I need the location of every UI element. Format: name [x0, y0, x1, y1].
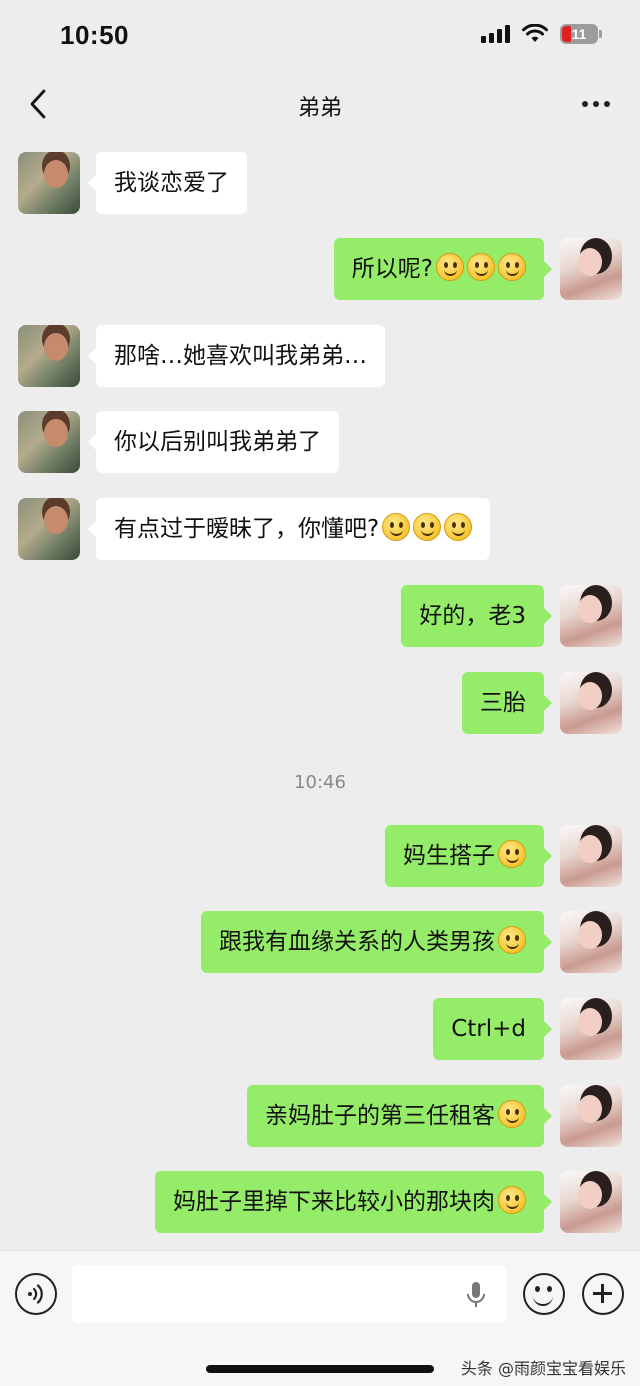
smile-emoji-icon	[498, 253, 526, 281]
message-bubble[interactable]: 所以呢?	[333, 238, 553, 300]
more-button[interactable]	[578, 90, 614, 118]
message-text: 好的，老3	[419, 603, 526, 629]
status-time: 10:50	[60, 20, 129, 50]
message-text: 那啥…她喜欢叫我弟弟…	[114, 343, 367, 369]
nav-bar: 弟弟	[0, 72, 640, 136]
message-text: 三胎	[480, 690, 526, 716]
message-row: 有点过于暧昧了，你懂吧?	[0, 498, 640, 560]
smile-emoji-icon	[382, 513, 411, 541]
message-text: 你以后别叫我弟弟了	[114, 429, 321, 455]
avatar[interactable]	[560, 911, 622, 973]
smile-emoji-icon	[498, 926, 526, 954]
message-input[interactable]	[72, 1265, 506, 1323]
message-text: 妈肚子里掉下来比较小的那块肉	[173, 1189, 495, 1215]
message-text: 亲妈肚子的第三任租客	[265, 1103, 495, 1129]
smile-emoji-icon	[436, 253, 464, 281]
message-row: 妈生搭子	[0, 825, 640, 887]
message-bubble[interactable]: 三胎	[462, 672, 552, 734]
avatar[interactable]	[18, 325, 80, 387]
smile-emoji-icon	[444, 513, 473, 541]
watermark: 头条 @雨颜宝宝看娱乐	[460, 1359, 626, 1378]
message-row: 好的，老3	[0, 585, 640, 647]
message-bubble[interactable]: 你以后别叫我弟弟了	[88, 411, 339, 473]
message-row: 我谈恋爱了	[0, 152, 640, 214]
message-bubble[interactable]: 我谈恋爱了	[88, 152, 247, 214]
avatar[interactable]	[560, 1085, 622, 1147]
avatar[interactable]	[560, 825, 622, 887]
signal-icon	[481, 25, 510, 43]
message-bubble[interactable]: 好的，老3	[401, 585, 552, 647]
emoji-button[interactable]	[523, 1273, 565, 1315]
avatar[interactable]	[18, 152, 80, 214]
message-text: 我谈恋爱了	[114, 170, 229, 196]
mic-icon[interactable]	[462, 1279, 490, 1311]
message-text: Ctrl+d	[451, 1016, 526, 1042]
home-indicator[interactable]	[206, 1365, 434, 1373]
avatar[interactable]	[560, 672, 622, 734]
message-text: 跟我有血缘关系的人类男孩	[219, 929, 495, 955]
battery-level: 11	[571, 26, 587, 42]
message-row: 跟我有血缘关系的人类男孩	[0, 911, 640, 973]
avatar[interactable]	[560, 238, 622, 300]
plus-button[interactable]	[582, 1273, 624, 1315]
avatar[interactable]	[18, 411, 80, 473]
message-bubble[interactable]: Ctrl+d	[433, 998, 552, 1060]
message-row: Ctrl+d	[0, 998, 640, 1060]
wifi-icon	[522, 24, 548, 42]
smile-emoji-icon	[498, 840, 526, 868]
battery-icon: 11	[560, 24, 602, 44]
status-bar: 10:50 11	[0, 0, 640, 72]
message-row: 妈肚子里掉下来比较小的那块肉	[0, 1171, 640, 1233]
message-row: 所以呢?	[0, 238, 640, 300]
avatar[interactable]	[560, 585, 622, 647]
message-row: 三胎	[0, 672, 640, 734]
message-text: 有点过于暧昧了，你懂吧?	[114, 516, 380, 542]
status-icons: 11	[481, 24, 602, 44]
message-bubble[interactable]: 妈生搭子	[385, 825, 552, 887]
input-bar: 头条 @雨颜宝宝看娱乐	[0, 1250, 640, 1386]
smile-emoji-icon	[413, 513, 442, 541]
message-text: 妈生搭子	[403, 843, 495, 869]
message-row: 亲妈肚子的第三任租客	[0, 1085, 640, 1147]
more-dots-icon	[582, 101, 588, 107]
timestamp: 10:46	[294, 772, 346, 793]
message-bubble[interactable]: 跟我有血缘关系的人类男孩	[201, 911, 552, 973]
smile-emoji-icon	[498, 1100, 526, 1128]
avatar[interactable]	[18, 498, 80, 560]
voice-icon	[28, 1284, 43, 1304]
message-row: 你以后别叫我弟弟了	[0, 411, 640, 473]
message-bubble[interactable]: 有点过于暧昧了，你懂吧?	[87, 498, 491, 560]
message-text: 所以呢?	[351, 256, 433, 282]
avatar[interactable]	[560, 1171, 622, 1233]
smile-emoji-icon	[467, 253, 495, 281]
smile-emoji-icon	[498, 1186, 526, 1214]
message-bubble[interactable]: 妈肚子里掉下来比较小的那块肉	[155, 1171, 552, 1233]
message-bubble[interactable]: 那啥…她喜欢叫我弟弟…	[88, 325, 385, 387]
message-row: 那啥…她喜欢叫我弟弟…	[0, 325, 640, 387]
chat-title: 弟弟	[297, 96, 342, 121]
message-bubble[interactable]: 亲妈肚子的第三任租客	[247, 1085, 552, 1147]
chat-area[interactable]: 我谈恋爱了 所以呢? 那啥…她喜欢叫我弟弟… 你以后别叫我弟弟了 有点过于暧昧了…	[0, 136, 640, 1250]
avatar[interactable]	[560, 998, 622, 1060]
voice-button[interactable]	[15, 1273, 57, 1315]
